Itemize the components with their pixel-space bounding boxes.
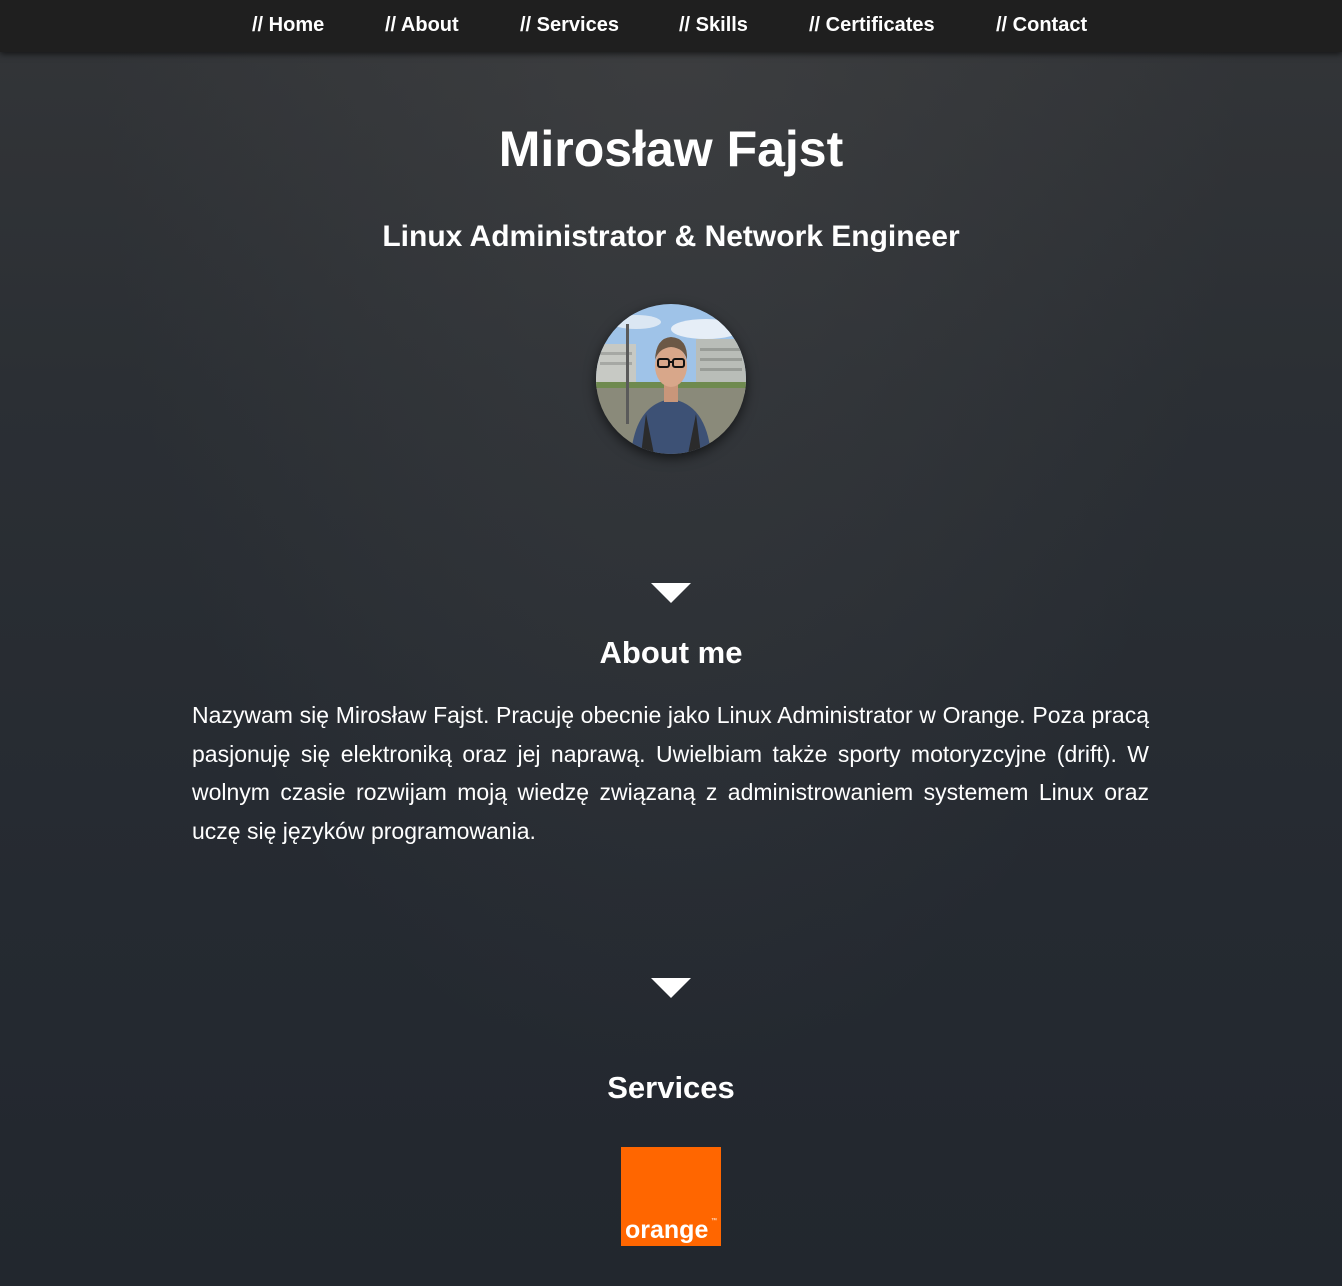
nav-item-skills[interactable]: // Skills [679,13,748,37]
nav-list: // Home // About // Services // Skills /… [0,0,1342,52]
nav-item-home[interactable]: // Home [252,13,324,37]
navbar: // Home // About // Services // Skills /… [0,0,1342,52]
nav-item-contact[interactable]: // Contact [996,13,1087,37]
avatar [596,304,746,454]
profile-photo-icon [596,304,746,454]
about-text: Nazywam się Mirosław Fajst. Pracuję obec… [192,702,1149,844]
services-heading: Services [607,1070,735,1105]
orange-logo[interactable]: orange ™ [621,1147,721,1246]
nav-item-about[interactable]: // About [385,13,459,37]
hero-name: Mirosław Fajst [498,121,844,177]
orange-logo-text: orange [625,1216,709,1244]
orange-logo-trademark: ™ [711,1218,717,1224]
nav-item-services[interactable]: // Services [520,13,619,37]
hero-subtitle: Linux Administrator & Network Engineer [382,220,960,253]
about-heading: About me [599,635,743,670]
scroll-down-arrow-icon[interactable] [651,978,691,998]
nav-item-certificates[interactable]: // Certificates [809,13,935,37]
scroll-down-arrow-icon[interactable] [651,583,691,603]
